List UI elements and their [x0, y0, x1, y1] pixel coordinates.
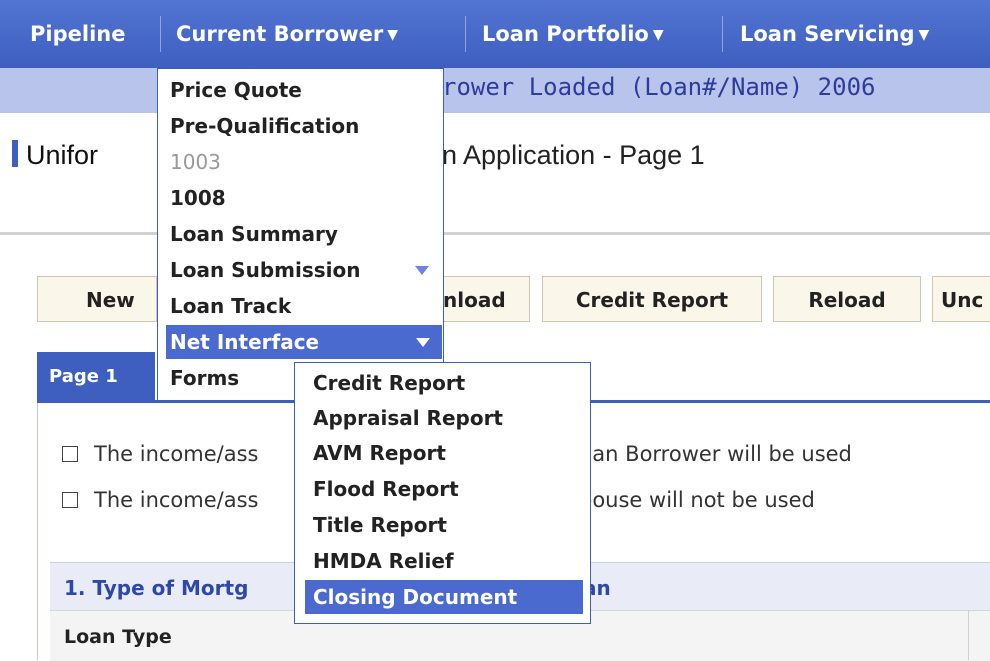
- credit-report-button[interactable]: Credit Report: [542, 276, 762, 322]
- section-title: 1. Type of Mortg: [64, 576, 249, 600]
- checkbox-label: The income/ass: [94, 442, 259, 466]
- caret-down-icon: ▼: [652, 27, 664, 43]
- new-button[interactable]: New: [37, 276, 157, 322]
- menu-item-loan-track[interactable]: Loan Track: [170, 289, 291, 323]
- page-title: Unifor: [12, 140, 98, 171]
- nav-separator: [465, 16, 466, 52]
- caret-down-icon: ▼: [918, 27, 930, 43]
- top-nav-bar: Pipeline Current Borrower ▼ Loan Portfoli…: [0, 0, 990, 68]
- submenu-item-credit-report[interactable]: Credit Report: [313, 366, 465, 400]
- nav-item-current-borrower[interactable]: Current Borrower ▼: [176, 0, 398, 68]
- borrower-status-text: rower Loaded (Loan#/Name) 2006: [442, 73, 876, 101]
- undo-button[interactable]: Unc: [932, 276, 990, 322]
- submenu-item-flood-report[interactable]: Flood Report: [313, 472, 459, 506]
- menu-item-1003: 1003: [170, 150, 221, 174]
- submenu-arrow-icon: [416, 338, 430, 347]
- nav-item-pipeline[interactable]: Pipeline: [30, 0, 125, 68]
- menu-item-loan-submission[interactable]: Loan Submission: [170, 253, 430, 287]
- loan-type-label: Loan Type: [64, 626, 172, 648]
- menu-item-net-interface[interactable]: Net Interface: [166, 325, 442, 359]
- page-title-start: Unifor: [26, 140, 99, 170]
- menu-item-pre-qualification[interactable]: Pre-Qualification: [170, 109, 359, 143]
- nav-separator: [722, 16, 723, 52]
- column-divider: [968, 610, 969, 660]
- caret-down-icon: ▼: [387, 27, 398, 43]
- nav-item-label: Loan Servicing: [740, 22, 915, 46]
- tab-page-1[interactable]: Page 1: [37, 352, 155, 402]
- nav-item-label: Pipeline: [30, 22, 126, 46]
- menu-item-label: Net Interface: [170, 330, 320, 354]
- nav-item-label: Loan Portfolio: [482, 22, 649, 46]
- submenu-item-hmda-relief[interactable]: HMDA Relief: [313, 544, 454, 578]
- spouse-income-checkbox-row[interactable]: The income/ass: [62, 488, 258, 512]
- submenu-item-appraisal-report[interactable]: Appraisal Report: [313, 401, 503, 435]
- net-interface-submenu: Credit Report Appraisal Report AVM Repor…: [294, 362, 591, 624]
- menu-item-forms[interactable]: Forms: [170, 361, 239, 395]
- submenu-item-avm-report[interactable]: AVM Report: [313, 436, 446, 470]
- menu-item-label: Loan Submission: [170, 258, 361, 282]
- download-button[interactable]: nload: [430, 276, 530, 322]
- nav-item-loan-portfolio[interactable]: Loan Portfolio ▼: [482, 0, 664, 68]
- borrower-status-bar: rower Loaded (Loan#/Name) 2006: [0, 68, 990, 113]
- submenu-item-title-report[interactable]: Title Report: [313, 508, 447, 542]
- nav-item-label: Current Borrower: [176, 22, 384, 46]
- menu-item-price-quote[interactable]: Price Quote: [170, 73, 302, 107]
- current-borrower-menu: Price Quote Pre-Qualification 1003 1008 …: [157, 68, 444, 401]
- checkbox-label: The income/ass: [94, 488, 259, 512]
- menu-item-loan-summary[interactable]: Loan Summary: [170, 217, 338, 251]
- page-title-end: n Application - Page 1: [442, 140, 705, 170]
- submenu-arrow-icon: [415, 266, 429, 275]
- income-assets-checkbox-row[interactable]: The income/ass: [62, 442, 258, 466]
- checkbox-label-end: han Borrower will be used: [579, 442, 852, 466]
- reload-button[interactable]: Reload: [773, 276, 921, 322]
- title-accent-bar: [12, 140, 18, 167]
- menu-item-1008[interactable]: 1008: [170, 181, 226, 215]
- checkbox[interactable]: [62, 446, 78, 462]
- nav-separator: [160, 16, 161, 52]
- divider: [0, 232, 990, 235]
- checkbox-label-end: pouse will not be used: [579, 488, 815, 512]
- submenu-item-closing-document[interactable]: Closing Document: [305, 580, 583, 614]
- nav-item-loan-servicing[interactable]: Loan Servicing ▼: [740, 0, 929, 68]
- checkbox[interactable]: [62, 492, 78, 508]
